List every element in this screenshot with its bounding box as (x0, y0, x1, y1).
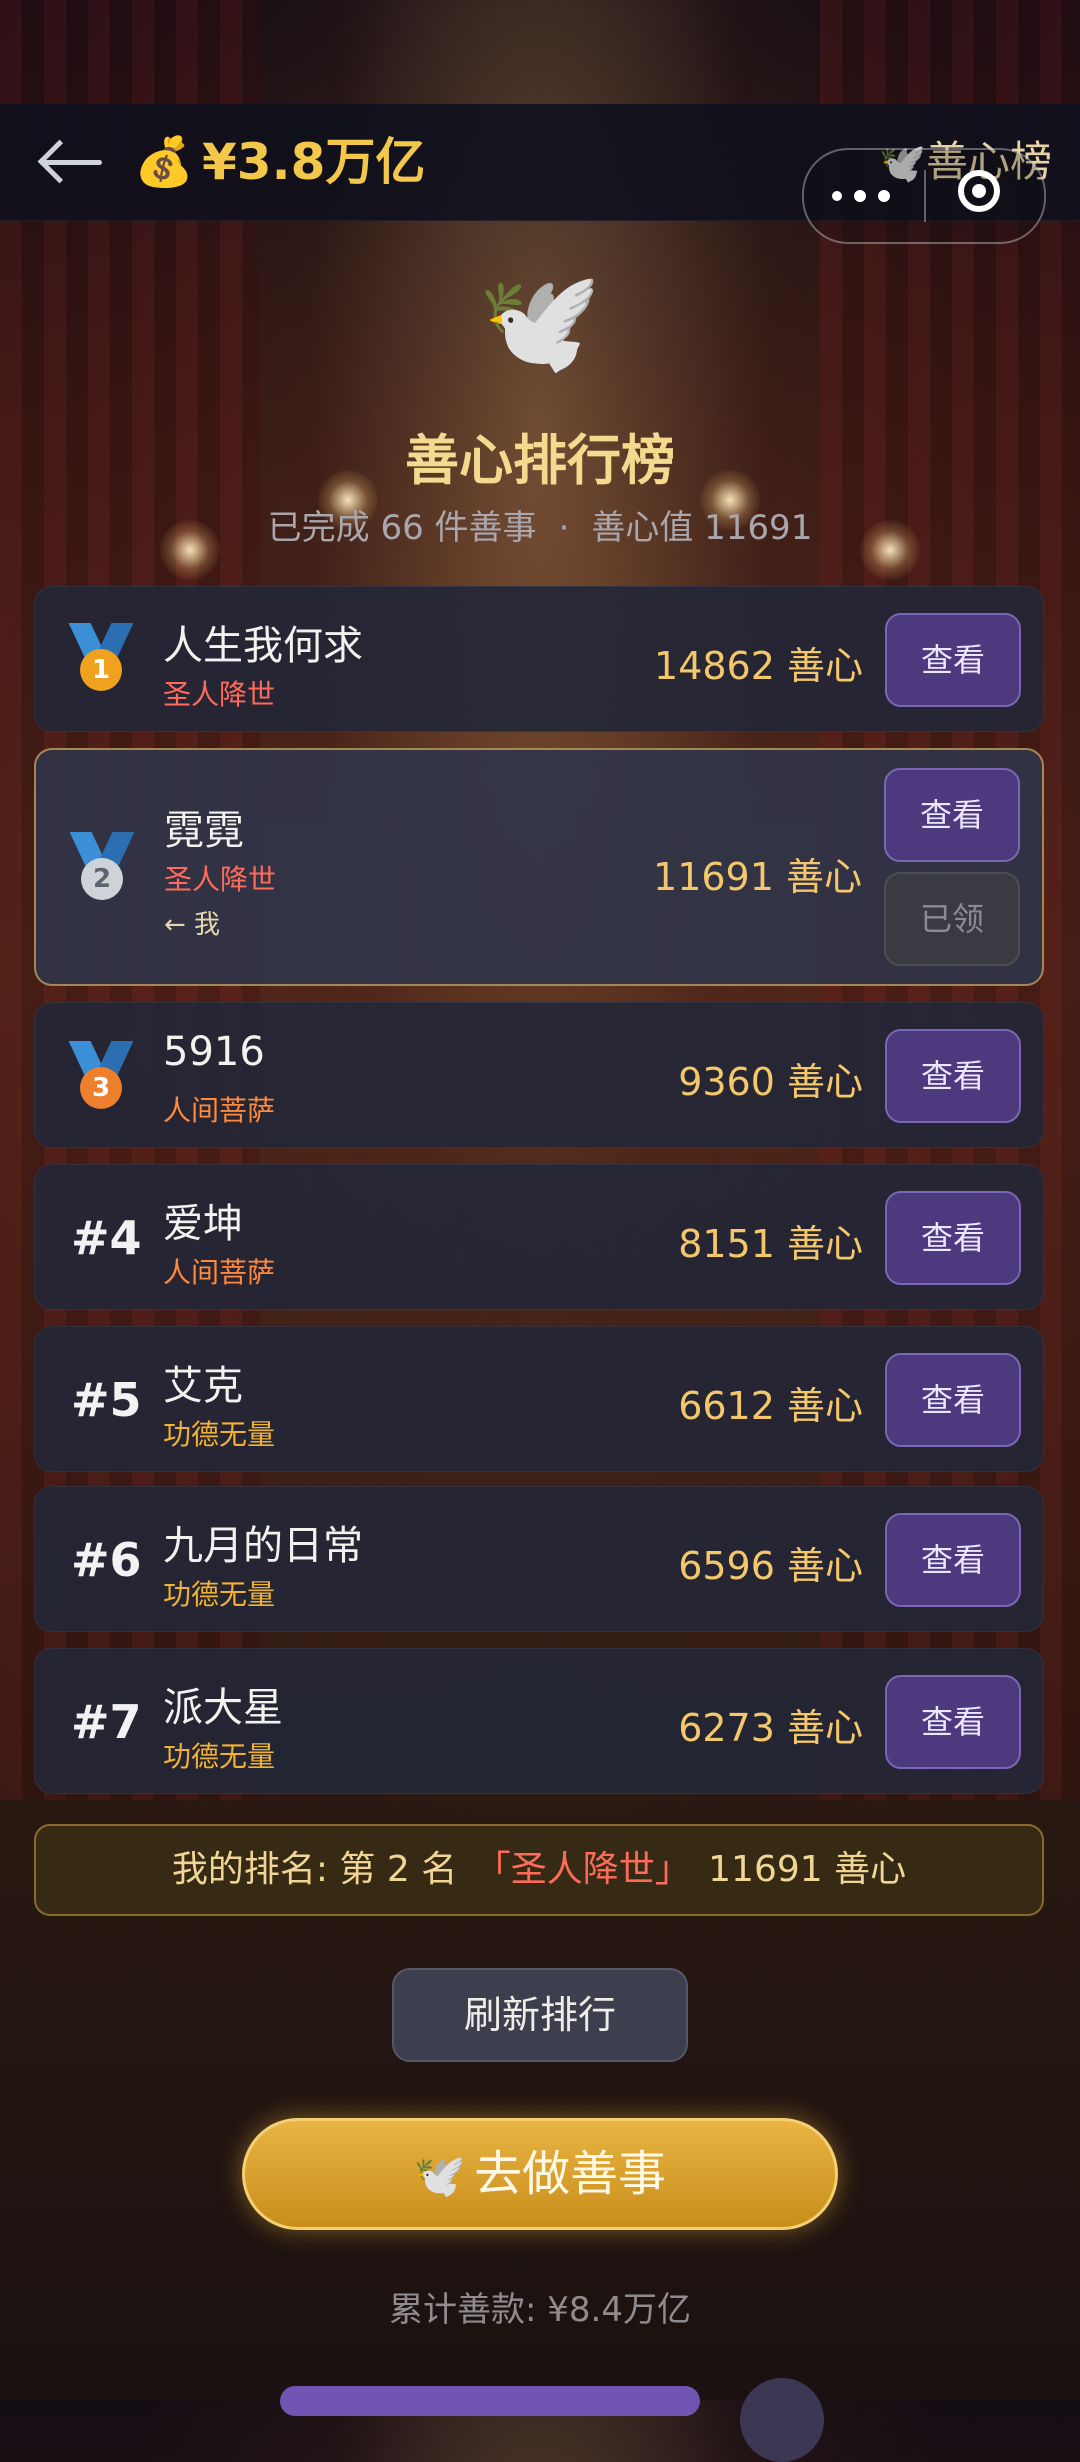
kindness-value: 善心值 11691 (591, 508, 813, 548)
good-deeds-count: 已完成 66 件善事 (267, 508, 537, 548)
rank-number: #7 (71, 1695, 142, 1749)
user-name: 人生我何求 (163, 623, 363, 669)
user-score: 11691 善心 (653, 855, 862, 899)
dove-icon: 🕊️ (477, 263, 603, 380)
rank-row: #6 九月的日常 功德无量 6596 善心 查看 (34, 1486, 1044, 1632)
view-button[interactable]: 查看 (885, 1513, 1021, 1607)
user-name: 霓霓 (164, 808, 244, 854)
rank-number: #6 (71, 1533, 142, 1587)
refresh-ranking-button[interactable]: 刷新排行 (392, 1968, 688, 2062)
user-title: 功德无量 (163, 1740, 276, 1773)
user-title: 圣人降世 (163, 678, 276, 711)
rank-number: #5 (71, 1373, 142, 1427)
my-rank-text: 我的排名: 第 2 名 (171, 1849, 458, 1890)
view-button[interactable]: 查看 (885, 1191, 1021, 1285)
user-score: 14862 善心 (654, 644, 863, 688)
rank-row: 3 5916 人间菩萨 9360 善心 查看 (34, 1002, 1044, 1148)
view-button[interactable]: 查看 (885, 1675, 1021, 1769)
bottom-action-peek[interactable] (280, 2386, 700, 2416)
money-balance: ¥3.8万亿 (202, 133, 426, 191)
bottom-icon-peek[interactable] (740, 2378, 824, 2462)
rank-number: #4 (71, 1211, 142, 1265)
user-title: 人间菩萨 (163, 1094, 276, 1127)
my-rank-banner: 我的排名: 第 2 名 「圣人降世」 11691 善心 (34, 1824, 1044, 1916)
capsule-divider (924, 170, 926, 222)
silver-medal-icon: 2 (68, 832, 136, 904)
user-name: 爱坤 (163, 1201, 243, 1247)
rank-row-me: 2 霓霓 圣人降世 ← 我 11691 善心 查看 已领 (34, 748, 1044, 986)
bronze-medal-icon: 3 (67, 1041, 135, 1113)
view-button[interactable]: 查看 (884, 768, 1020, 862)
close-target-icon[interactable] (958, 170, 1000, 212)
view-button[interactable]: 查看 (885, 1353, 1021, 1447)
user-score: 8151 善心 (678, 1222, 863, 1266)
me-indicator: ← 我 (164, 910, 221, 940)
money-bag-icon: 💰 (134, 134, 194, 190)
user-title: 圣人降世 (164, 863, 277, 896)
user-score: 9360 善心 (678, 1060, 863, 1104)
do-good-deed-label: 去做善事 (474, 2146, 667, 2202)
user-title: 人间菩萨 (163, 1256, 276, 1289)
rank-row: #4 爱坤 人间菩萨 8151 善心 查看 (34, 1164, 1044, 1310)
user-name: 九月的日常 (163, 1523, 363, 1569)
more-icon[interactable] (832, 178, 912, 214)
claimed-button[interactable]: 已领 (884, 872, 1020, 966)
stats-line: 已完成 66 件善事 · 善心值 11691 (0, 500, 1080, 549)
page-title: 善心排行榜 (405, 429, 675, 492)
rank-row: #7 派大星 功德无量 6273 善心 查看 (34, 1648, 1044, 1794)
view-button[interactable]: 查看 (885, 1029, 1021, 1123)
my-rank-score: 11691 善心 (708, 1849, 907, 1890)
total-donations: 累计善款: ¥8.4万亿 (389, 2290, 691, 2330)
miniprogram-capsule (802, 148, 1046, 244)
rank-row: #5 艾克 功德无量 6612 善心 查看 (34, 1326, 1044, 1472)
stats-separator: · (558, 508, 570, 548)
rank-row: 1 人生我何求 圣人降世 14862 善心 查看 (34, 586, 1044, 732)
user-title: 功德无量 (163, 1418, 276, 1451)
my-rank-title: 「圣人降世」 (474, 1849, 691, 1890)
user-name: 艾克 (163, 1363, 243, 1409)
user-score: 6596 善心 (678, 1544, 863, 1588)
user-name: 派大星 (163, 1685, 283, 1731)
view-button[interactable]: 查看 (885, 613, 1021, 707)
user-score: 6612 善心 (678, 1384, 863, 1428)
dove-icon: 🕊️ (413, 2151, 467, 2200)
user-score: 6273 善心 (678, 1706, 863, 1750)
back-arrow-icon[interactable] (36, 134, 106, 190)
user-name: 5916 (163, 1029, 265, 1075)
user-title: 功德无量 (163, 1578, 276, 1611)
do-good-deed-button[interactable]: 🕊️ 去做善事 (242, 2118, 838, 2230)
gold-medal-icon: 1 (67, 623, 135, 695)
